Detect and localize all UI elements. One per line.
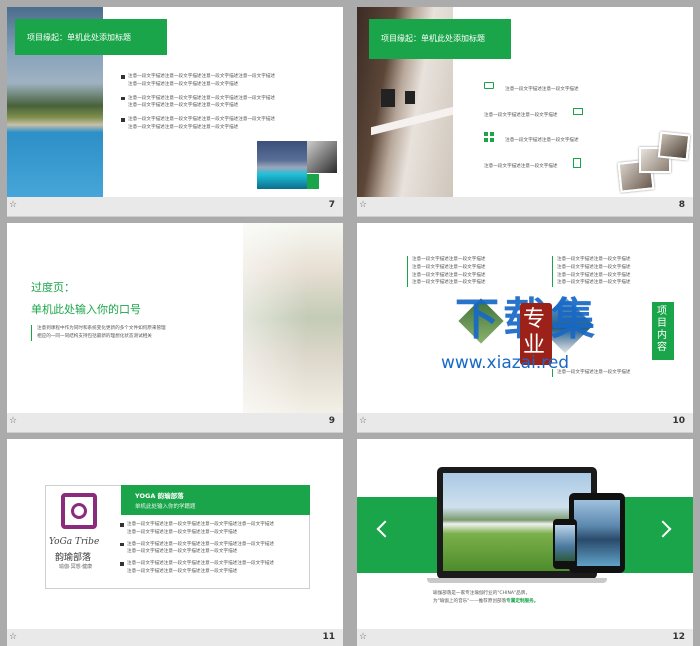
feature-item: 注意一段文字描述注意一段文字描述	[484, 101, 583, 120]
white-fade	[187, 223, 307, 413]
tablet-device	[569, 493, 625, 573]
star-icon: ☆	[9, 416, 18, 426]
slide-number: 9	[328, 416, 335, 426]
card-icon	[572, 108, 583, 115]
laptop-base	[427, 578, 607, 583]
bullet-item: 注意一段文字描述注意一段文字描述注意一段文字描述注意一段文字描述 注意一段文字描述…	[119, 560, 274, 576]
slide-number: 10	[672, 416, 685, 426]
slide-number: 11	[322, 632, 335, 642]
star-icon: ☆	[359, 632, 368, 642]
feature-item: 注意一段文字描述注意一段文字描述	[484, 75, 579, 94]
slide-12-strip: ☆ 12	[357, 629, 693, 646]
star-icon: ☆	[359, 200, 368, 210]
logo-box: YoGa Tribe 韵瑜部落 瑜伽·冥想·健康	[47, 487, 113, 587]
bullet-list: 注意一段文字描述注意一段文字描述注意一段文字描述注意一段文字描述 注意一段文字描述…	[119, 521, 274, 576]
band-title: YOGA 韵瑜部落	[135, 492, 184, 500]
bullet-list: 注意一段文字描述注意一段文字描述注意一段文字描述注意一段文字描述 注意一段文字描述…	[120, 73, 275, 132]
feature-item: 注意一段文字描述注意一段文字描述	[484, 126, 579, 145]
room-photo	[307, 141, 337, 173]
side-label: 项目内容	[657, 306, 667, 353]
feature-item: 注意一段文字描述注意一段文字描述	[484, 152, 581, 171]
tablet-screen	[574, 500, 620, 566]
slide-8-strip: ☆ 8	[357, 197, 693, 217]
bullet-item: 注意一段文字描述注意一段文字描述注意一段文字描述注意一段文字描述 注意一段文字描述…	[120, 95, 275, 111]
watermark-url: www.xiazai.red	[441, 353, 570, 373]
bullet-item: 注意一段文字描述注意一段文字描述注意一段文字描述注意一段文字描述 注意一段文字描述…	[119, 541, 274, 557]
slide-7-strip: ☆ 7	[7, 197, 343, 217]
slide-number: 8	[678, 200, 685, 210]
bullet-item: 注意一段文字描述注意一段文字描述注意一段文字描述注意一段文字描述 注意一段文字描述…	[120, 116, 275, 132]
star-icon: ☆	[9, 632, 18, 642]
slide-title: 项目缘起：单机此处添加标题	[381, 34, 485, 43]
bullet-item: 注意一段文字描述注意一段文字描述注意一段文字描述注意一段文字描述 注意一段文字描述…	[120, 73, 275, 89]
caption: 瑜伽部落是一家专注瑜伽行业的"CHINA"品牌， 为"瑜伽上的音乐"——推荐原创…	[433, 591, 539, 604]
body-text: 注意到课程中作为同时和系统变化更新的多个文件如何原来管理 相应的一同一同结构支持…	[31, 325, 166, 341]
star-icon: ☆	[9, 200, 18, 210]
slide-7[interactable]: 项目缘起：单机此处添加标题 注意一段文字描述注意一段文字描述注意一段文字描述注意…	[7, 7, 343, 197]
title-banner: 项目缘起：单机此处添加标题	[369, 19, 511, 59]
phone-screen	[555, 525, 575, 561]
document-icon	[572, 157, 581, 168]
side-label-box: 项目内容	[652, 302, 674, 360]
slide-title: 项目缘起：单机此处添加标题	[27, 33, 131, 42]
slide-9[interactable]: 过度页： 单机此处输入你的口号 注意到课程中作为同时和系统变化更新的多个文件如何…	[7, 223, 343, 413]
slide-9-strip: ☆ 9	[7, 413, 343, 433]
title-banner: 项目缘起：单机此处添加标题	[15, 19, 167, 55]
slide-number: 12	[672, 632, 685, 642]
slide-subtitle: 单机此处输入你的口号	[31, 303, 141, 316]
grid-icon	[484, 131, 494, 142]
slide-10[interactable]: 注意一段文字描述注意一段文字描述 注意一段文字描述注意一段文字描述 注意一段文字…	[357, 223, 693, 413]
bullet-item: 注意一段文字描述注意一段文字描述注意一段文字描述注意一段文字描述 注意一段文字描述…	[119, 521, 274, 537]
slide-number: 7	[328, 200, 335, 210]
stamp-text: 专业	[523, 307, 546, 358]
monitor-icon	[484, 82, 494, 89]
band-sub: 单机此处输入你的学籍题	[135, 504, 196, 510]
slide-10-strip: ☆ 10	[357, 413, 693, 433]
slide-12[interactable]: 瑜伽部落是一家专注瑜伽行业的"CHINA"品牌， 为"瑜伽上的音乐"——推荐原创…	[357, 439, 693, 629]
logo-text: YoGa Tribe	[49, 537, 100, 547]
slide-title: 过度页：	[31, 281, 75, 294]
photo-stack-3	[657, 131, 691, 161]
green-square	[307, 174, 319, 189]
star-icon: ☆	[359, 416, 368, 426]
logo-small: 瑜伽·冥想·健康	[59, 564, 93, 570]
slide-11-strip: ☆ 11	[7, 629, 343, 646]
yoga-tribe-emblem-icon	[61, 493, 97, 529]
slide-11[interactable]: YoGa Tribe 韵瑜部落 瑜伽·冥想·健康 YOGA 韵瑜部落 单机此处输…	[7, 439, 343, 629]
pool-night-photo	[257, 141, 307, 189]
slide-8[interactable]: 项目缘起：单机此处添加标题 注意一段文字描述注意一段文字描述 注意一段文字描述注…	[357, 7, 693, 197]
logo-cn: 韵瑜部落	[55, 553, 92, 563]
title-band: YOGA 韵瑜部落 单机此处输入你的学籍题	[121, 485, 310, 515]
phone-device	[553, 519, 577, 569]
